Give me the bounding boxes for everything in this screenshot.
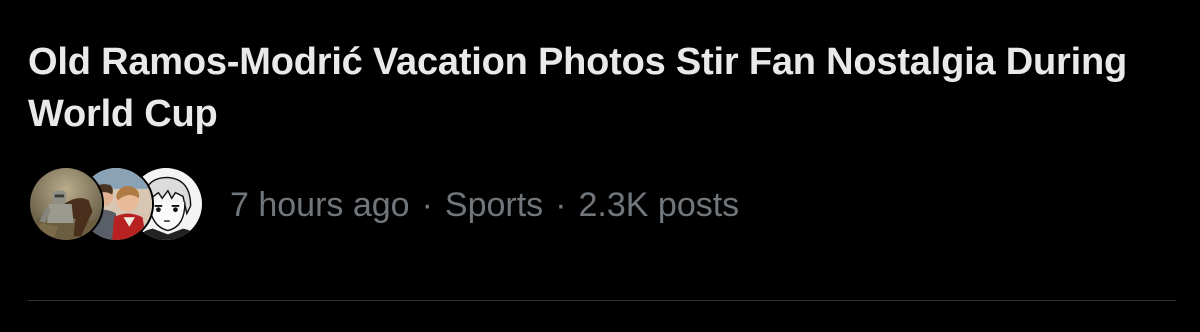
trend-post-count: 2.3K posts <box>578 186 740 224</box>
trend-time: 7 hours ago <box>230 186 410 224</box>
meta-separator: · <box>555 186 567 224</box>
trend-category: Sports <box>444 186 544 224</box>
avatar-stack[interactable] <box>28 164 206 246</box>
trend-meta-text: 7 hours ago · Sports · 2.3K posts <box>230 185 739 225</box>
trend-meta-row: 7 hours ago · Sports · 2.3K posts <box>28 164 739 246</box>
knight-on-horse-avatar <box>28 166 104 242</box>
trend-headline[interactable]: Old Ramos-Modrić Vacation Photos Stir Fa… <box>28 36 1178 140</box>
divider <box>28 300 1176 301</box>
trend-item[interactable]: Old Ramos-Modrić Vacation Photos Stir Fa… <box>0 0 1200 332</box>
meta-separator: · <box>421 186 433 224</box>
